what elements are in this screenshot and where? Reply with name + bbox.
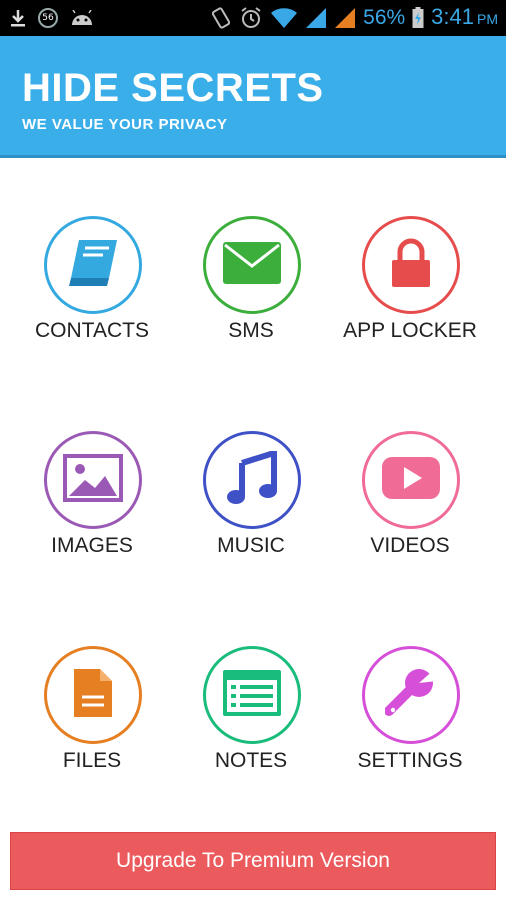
tile-images[interactable]: IMAGES bbox=[12, 431, 172, 601]
wrench-icon bbox=[384, 666, 437, 724]
tile-label: APP LOCKER bbox=[343, 319, 477, 342]
android-icon bbox=[70, 10, 94, 26]
tile-label: MUSIC bbox=[217, 534, 285, 557]
tile-label: NOTES bbox=[214, 749, 288, 772]
tile-sms[interactable]: SMS bbox=[171, 216, 331, 386]
status-bar: 56 56% 3:41 PM bbox=[0, 0, 506, 36]
tile-circle bbox=[362, 646, 460, 744]
tile-app-locker[interactable]: APP LOCKER bbox=[330, 216, 490, 386]
book-icon bbox=[65, 238, 121, 293]
file-icon bbox=[72, 667, 114, 724]
notes-icon bbox=[223, 669, 281, 721]
envelope-icon bbox=[223, 241, 281, 289]
tile-circle bbox=[44, 216, 142, 314]
tile-circle bbox=[362, 216, 460, 314]
tile-circle bbox=[203, 216, 301, 314]
tile-settings[interactable]: SETTINGS bbox=[330, 646, 490, 816]
tile-circle bbox=[362, 431, 460, 529]
tile-videos[interactable]: VIDEOS bbox=[330, 431, 490, 601]
wifi-icon bbox=[270, 7, 298, 29]
tile-label: SMS bbox=[228, 319, 274, 342]
lock-icon bbox=[390, 238, 432, 293]
tile-circle bbox=[203, 646, 301, 744]
app-subtitle: WE VALUE YOUR PRIVACY bbox=[22, 116, 228, 133]
play-video-icon bbox=[382, 456, 440, 504]
battery-icon bbox=[412, 7, 424, 29]
tile-circle bbox=[44, 431, 142, 529]
clock-ampm: PM bbox=[477, 11, 498, 27]
clock-time: 3:41 bbox=[431, 4, 474, 29]
tile-circle bbox=[203, 431, 301, 529]
tile-label: CONTACTS bbox=[35, 319, 149, 342]
tile-notes[interactable]: NOTES bbox=[171, 646, 331, 816]
tile-label: VIDEOS bbox=[370, 534, 450, 557]
clock: 3:41 PM bbox=[431, 0, 498, 37]
vibrate-icon bbox=[210, 6, 232, 30]
image-icon bbox=[63, 453, 123, 507]
download-icon bbox=[10, 8, 26, 28]
tile-contacts[interactable]: CONTACTS bbox=[12, 216, 172, 386]
app-title: HIDE SECRETS bbox=[22, 66, 324, 110]
tile-files[interactable]: FILES bbox=[12, 646, 172, 816]
battery-percent: 56% bbox=[363, 6, 406, 29]
upgrade-button[interactable]: Upgrade To Premium Version bbox=[10, 832, 496, 890]
alarm-icon bbox=[239, 6, 263, 30]
tile-circle bbox=[44, 646, 142, 744]
app-header: HIDE SECRETS WE VALUE YOUR PRIVACY bbox=[0, 36, 506, 158]
tile-label: FILES bbox=[62, 749, 122, 772]
signal-icon bbox=[305, 7, 327, 29]
signal-icon-2 bbox=[334, 7, 356, 29]
tile-label: IMAGES bbox=[51, 534, 133, 557]
notification-badge: 56 bbox=[38, 8, 58, 28]
music-note-icon bbox=[226, 448, 278, 510]
tile-label: SETTINGS bbox=[357, 749, 463, 772]
tile-music[interactable]: MUSIC bbox=[171, 431, 331, 601]
